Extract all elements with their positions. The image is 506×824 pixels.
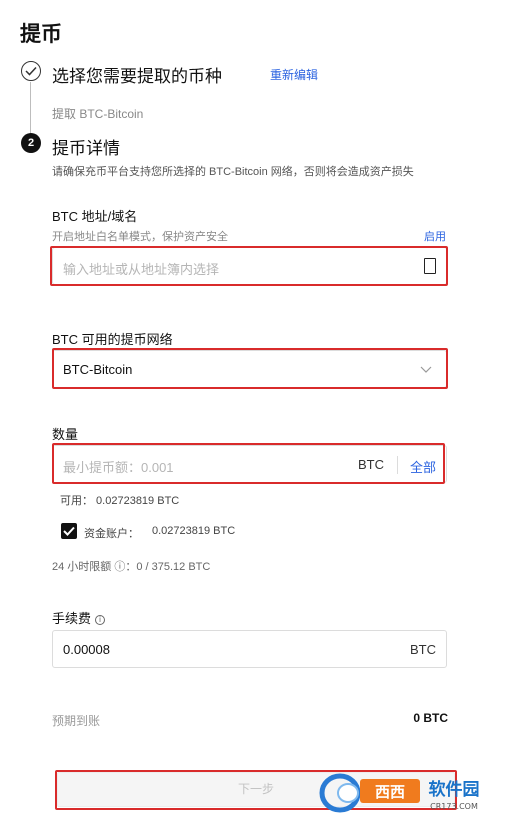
expected-value: 0 BTC [413,711,448,725]
amount-divider [397,456,398,474]
funding-account-value: 0.02723819 BTC [152,525,236,537]
available-balance: 可用： 0.02723819 BTC [60,495,180,507]
max-amount-button[interactable]: 全部 [410,457,436,476]
step1-subtitle: 提取 BTC-Bitcoin [52,107,144,121]
funding-account-label: 资金账户： [84,528,139,540]
funding-account-checkbox[interactable] [61,523,77,539]
step-connector-line [30,82,31,134]
step1-title: 选择您需要提取的币种 [52,67,222,86]
fee-value: 0.00008 [63,642,110,657]
network-select[interactable]: BTC-Bitcoin [52,350,447,388]
amount-placeholder: 最小提币额：0.001 [63,460,174,475]
step2-number-badge: 2 [21,133,41,153]
amount-label: 数量 [52,427,79,442]
network-notice: 请确保充币平台支持您所选择的 BTC-Bitcoin 网络，否则将会造成资产损失 [52,166,414,178]
info-icon[interactable]: i [95,614,106,625]
address-input[interactable]: 输入地址或从地址簿内选择 [52,247,447,285]
enable-whitelist-link[interactable]: 启用 [424,228,446,244]
address-placeholder: 输入地址或从地址簿内选择 [63,262,220,277]
fee-unit: BTC [410,642,436,657]
address-label: BTC 地址/域名 [52,209,138,224]
address-book-icon[interactable] [424,258,436,274]
watermark-logo: 西西 软件园 CR173.COM [319,773,480,813]
svg-text:西西: 西西 [375,783,405,801]
svg-text:软件园: 软件园 [429,779,480,800]
network-selected-value: BTC-Bitcoin [63,362,133,377]
fee-label: 手续费 [52,611,92,626]
page-title: 提币 [20,23,62,46]
expected-label: 预期到账 [52,714,101,728]
amount-input[interactable]: 最小提币额：0.001 BTC 全部 [52,445,447,483]
step2-title: 提币详情 [52,139,120,158]
fee-field: 0.00008 BTC [52,630,447,668]
amount-unit: BTC [358,457,384,472]
fee-label-row: 手续费 i [52,608,106,627]
whitelist-hint: 开启地址白名单模式，保护资产安全 [52,231,228,243]
step1-check-icon [21,61,41,81]
network-label: BTC 可用的提币网络 [52,332,173,347]
svg-text:CR173.COM: CR173.COM [430,802,478,811]
reedit-link[interactable]: 重新编辑 [270,66,318,83]
chevron-down-icon [420,366,432,373]
daily-limit: 24 小时限额 ⓘ：0 / 375.12 BTC [52,561,211,573]
